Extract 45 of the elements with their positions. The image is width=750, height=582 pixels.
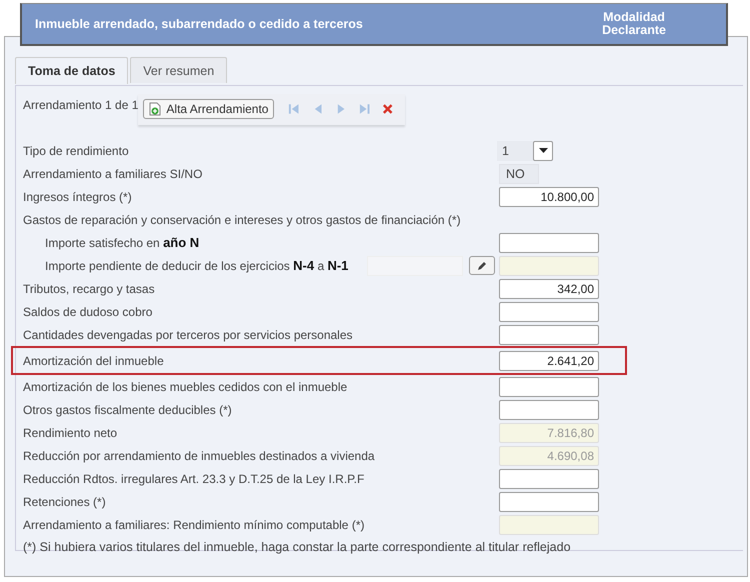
caret-icon	[538, 148, 548, 153]
field-label: Retenciones (*)	[23, 494, 107, 508]
computed-field[interactable]	[499, 256, 599, 276]
mode-label: Declarante	[602, 24, 666, 37]
amount-field[interactable]: 342,00	[499, 278, 599, 298]
amount-field[interactable]	[499, 492, 599, 512]
field-label: Amortización del inmueble	[23, 354, 165, 368]
amount-field[interactable]	[499, 376, 599, 396]
form-title: Inmueble arrendado, subarrendado o cedido a terceros	[35, 17, 363, 31]
record-counter: Arrendamiento 1 de 1	[23, 97, 138, 112]
amount-field[interactable]	[499, 324, 599, 344]
field-label: Amortización de los bienes muebles cedidos con el inmueble	[23, 380, 348, 394]
delete-icon[interactable]	[381, 102, 394, 116]
mode-label: Modalidad	[603, 11, 665, 24]
field-label: Ingresos íntegros (*)	[23, 190, 133, 204]
field-label: Tributos, recargo y tasas	[23, 282, 156, 296]
field-label: Rendimiento neto	[23, 426, 118, 440]
field-label: Otros gastos fiscalmente deducibles (*)	[23, 402, 233, 416]
amount-field[interactable]: 10.800,00	[499, 186, 599, 206]
add-document-icon	[149, 102, 162, 116]
computed-field[interactable]	[499, 514, 599, 534]
dropdown-button[interactable]	[533, 140, 553, 160]
add-button[interactable]: Alta Arrendamiento	[143, 99, 274, 119]
pencil-icon	[477, 260, 487, 270]
section-label: Gastos de reparación y conservación e intereses y otros gastos de financiación (*)	[23, 212, 462, 226]
tab[interactable]: Toma de datos	[15, 57, 128, 84]
edit-button[interactable]	[469, 256, 495, 275]
field-label: Importe pendiente de deducir de los ejercicios N-4 a N-1	[45, 258, 350, 273]
select-value: 1	[497, 140, 533, 160]
amount-field[interactable]	[499, 468, 599, 488]
amount-field[interactable]: 2.641,20	[499, 350, 599, 370]
amount-field[interactable]	[499, 302, 599, 322]
field-label: Importe satisfecho en año N	[45, 235, 200, 250]
footnote: (*) Si hubiera varios titulares del inmueble, haga constar la parte correspondiente al titular reflejado	[23, 540, 572, 554]
field-label: Tipo de rendimiento	[23, 144, 130, 158]
field-label: Arrendamiento a familiares SI/NO	[23, 166, 204, 180]
field-label: Saldos de dudoso cobro	[23, 304, 154, 318]
field-label: Reducción Rdtos. irregulares Art. 23.3 y D.T.25 de la Ley I.R.P.F	[23, 472, 366, 486]
amount-field[interactable]	[499, 400, 599, 420]
value-field: NO	[499, 164, 539, 184]
field-label: Arrendamiento a familiares: Rendimiento mínimo computable (*)	[23, 518, 366, 532]
tab[interactable]: Ver resumen	[130, 57, 228, 83]
field-label: Cantidades devengadas por terceros por servicios personales	[23, 328, 354, 342]
amount-field[interactable]	[499, 232, 599, 252]
field-label: Reducción por arrendamiento de inmuebles destinados a vivienda	[23, 448, 376, 462]
